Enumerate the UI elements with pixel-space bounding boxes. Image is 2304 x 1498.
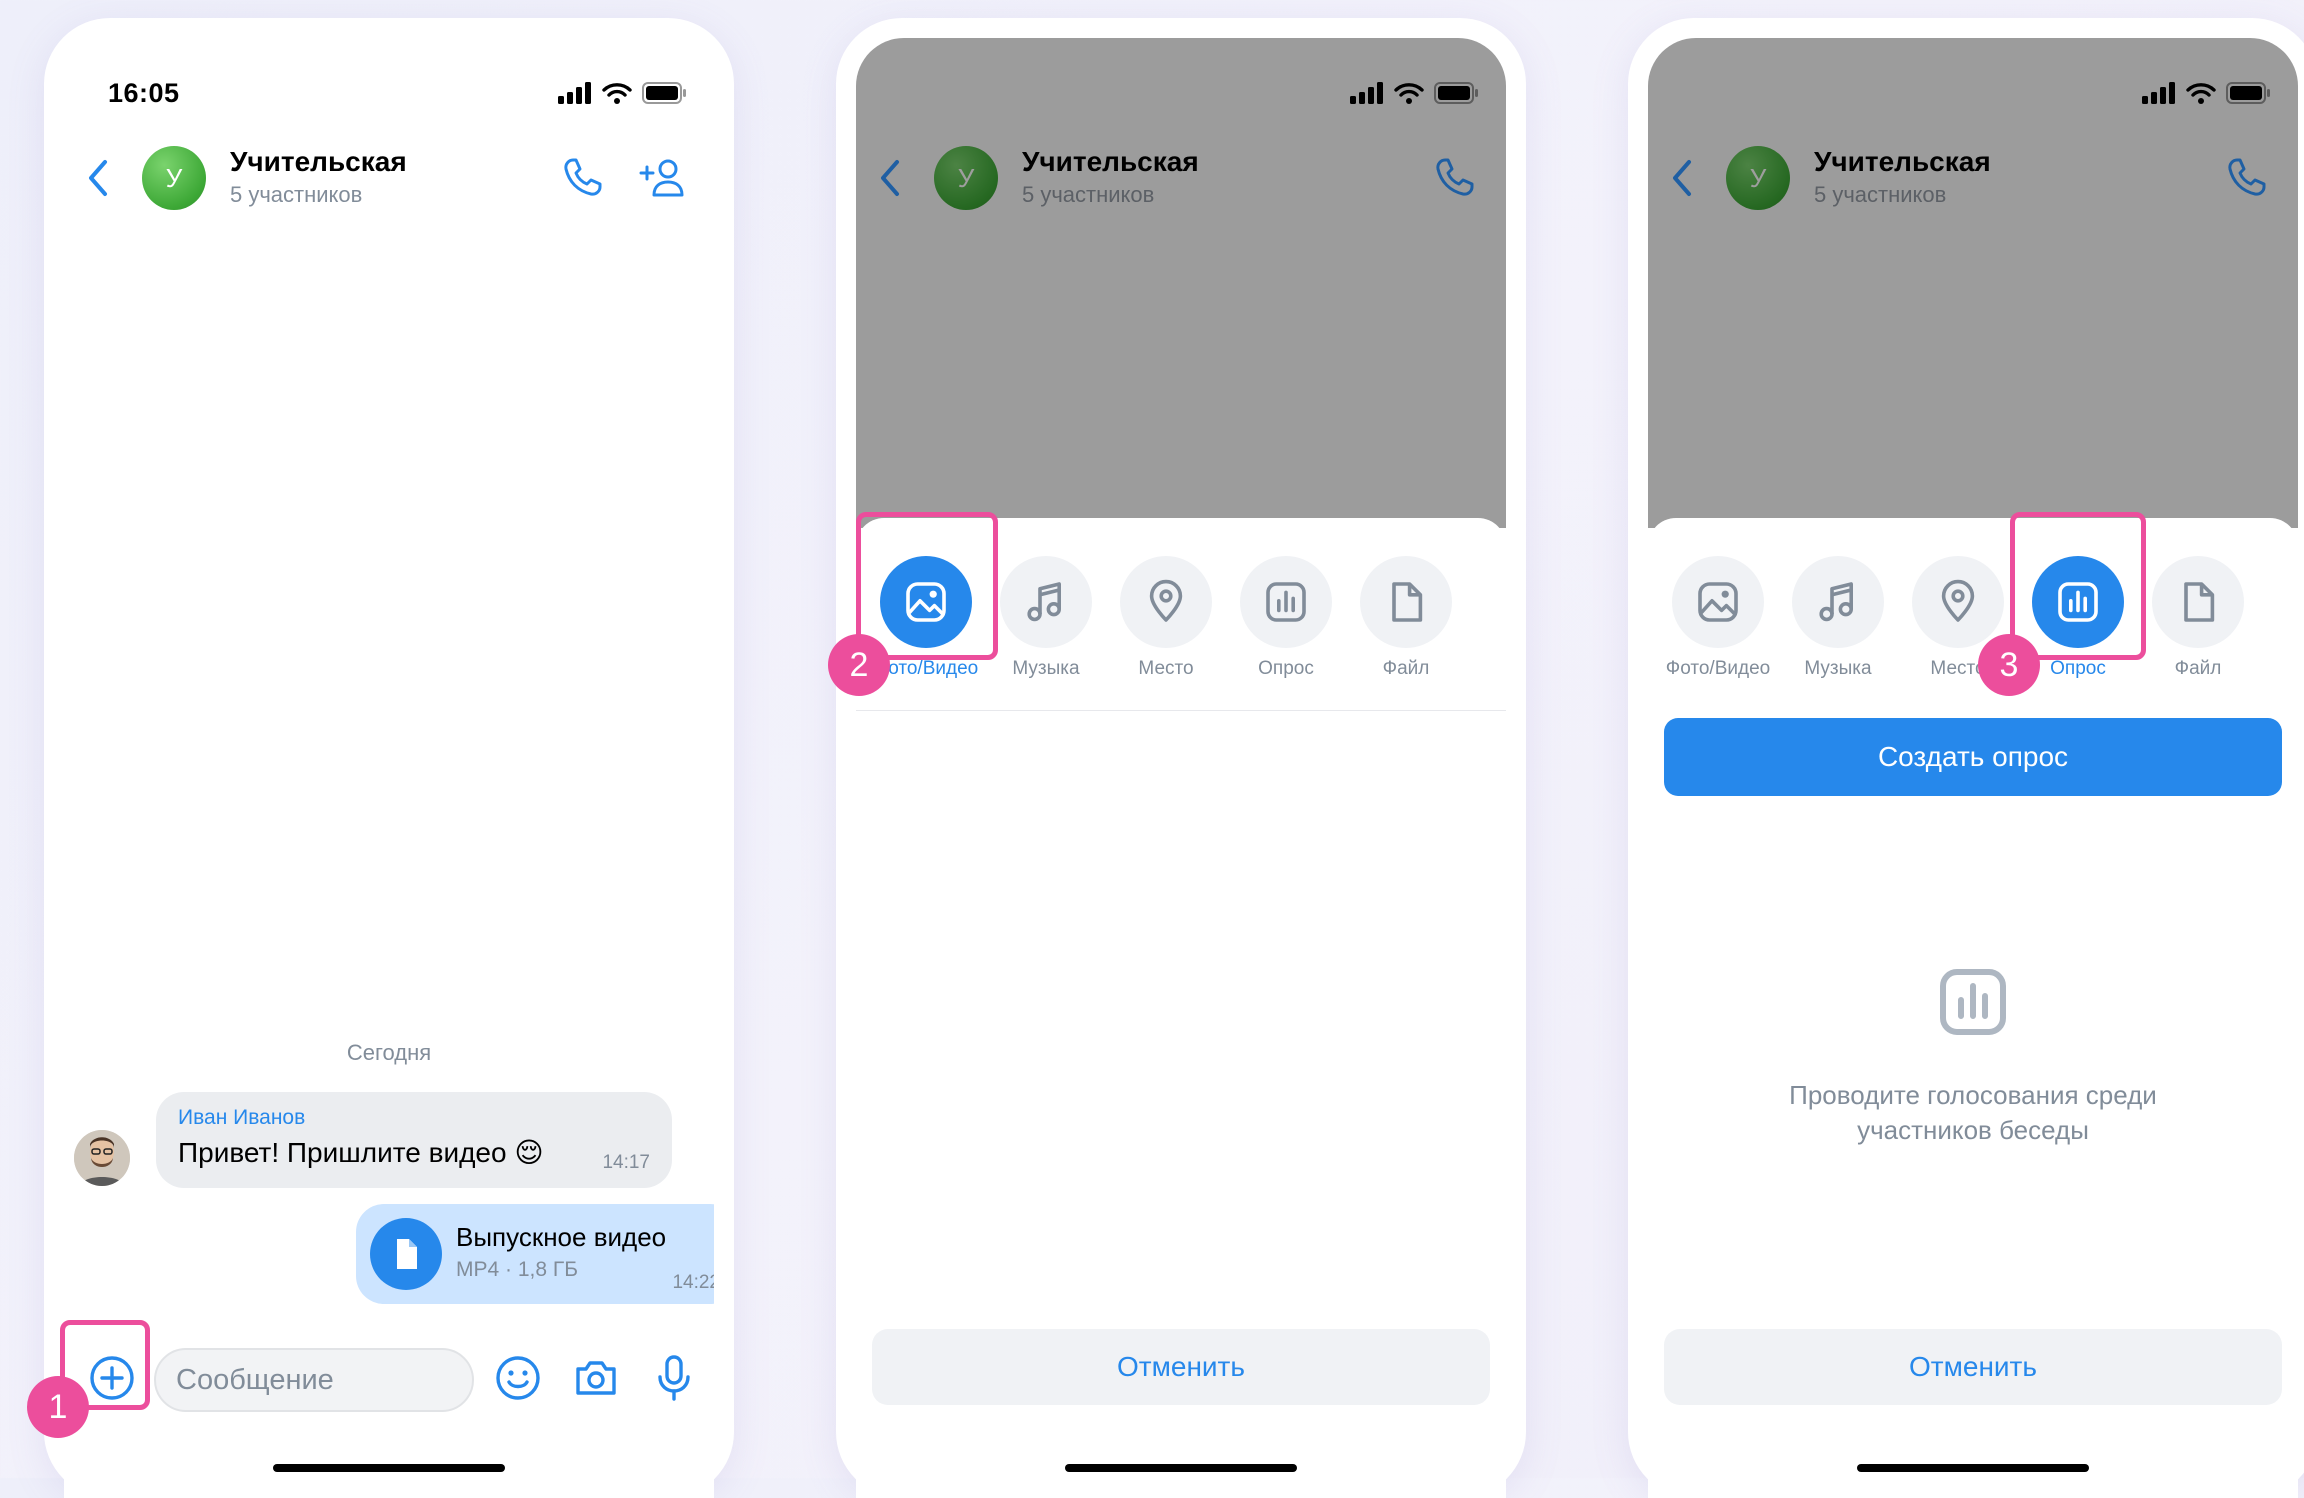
- phone-screen-1: 16:05 У Учительская 5 участников Сегодня: [44, 18, 734, 1498]
- chat-header: У Учительская 5 участников: [1648, 138, 2298, 218]
- attach-music[interactable]: Музыка: [986, 556, 1106, 680]
- step-badge-3: 3: [1978, 634, 2040, 696]
- message-time: 14:22: [672, 1272, 714, 1293]
- cancel-button[interactable]: Отменить: [872, 1329, 1490, 1405]
- music-icon: [1814, 578, 1862, 626]
- user-photo-icon: [74, 1130, 130, 1186]
- photo-icon: [1694, 578, 1742, 626]
- attachment-types: Фото/Видео Музыка Место Опрос Файл: [1648, 556, 2298, 706]
- status-bar-icons: [558, 82, 686, 104]
- step-badge-1: 1: [27, 1376, 89, 1438]
- attach-label: Музыка: [1012, 658, 1080, 679]
- attach-label: Фото/Видео: [1665, 658, 1771, 679]
- chat-title[interactable]: Учительская: [230, 146, 407, 178]
- camera-icon[interactable]: [570, 1352, 622, 1404]
- document-icon: [386, 1234, 426, 1274]
- phone-icon: [1430, 154, 1478, 202]
- phone-icon[interactable]: [558, 154, 606, 202]
- status-time: 16:05: [108, 78, 180, 108]
- step-highlight-3: [2010, 512, 2146, 660]
- attach-label: Музыка: [1804, 658, 1872, 679]
- home-indicator: [1065, 1464, 1297, 1472]
- status-bar-icons: [1350, 82, 1478, 104]
- chat-header: У Учительская 5 участников: [856, 138, 1506, 218]
- phone-screen-2: У Учительская 5 участников Фото/Видео Му…: [836, 18, 1526, 1498]
- attach-music[interactable]: Музыка: [1778, 556, 1898, 680]
- step-highlight-2: [856, 512, 998, 660]
- dimmed-overlay[interactable]: [1648, 38, 2298, 528]
- incoming-message[interactable]: Иван Иванов Привет! Пришлите видео 😌 14:…: [156, 1092, 672, 1188]
- chat-members-count: 5 участников: [1814, 182, 1947, 207]
- create-poll-button[interactable]: Создать опрос: [1664, 718, 2282, 796]
- dimmed-overlay[interactable]: [856, 38, 1506, 528]
- file-icon: [1382, 578, 1430, 626]
- attach-place[interactable]: Место: [1106, 556, 1226, 680]
- battery-icon: [642, 82, 686, 104]
- poll-placeholder-icon: [1933, 962, 2013, 1042]
- chat-avatar: У: [934, 146, 998, 210]
- chat-members-count: 5 участников: [1022, 182, 1155, 207]
- poll-icon: [1262, 578, 1310, 626]
- back-icon[interactable]: [80, 156, 116, 200]
- back-icon: [1664, 156, 1700, 200]
- phone-screen-3: У Учительская 5 участников Фото/Видео Му…: [1628, 18, 2304, 1498]
- chat-title: Учительская: [1814, 146, 1991, 177]
- file-attachment-icon[interactable]: [370, 1218, 442, 1290]
- step-badge-2: 2: [828, 634, 890, 696]
- chat-members-count: 5 участников: [230, 182, 363, 207]
- file-title: Выпускное видео: [456, 1222, 667, 1252]
- emoji-icon[interactable]: [492, 1352, 544, 1404]
- attach-label: Место: [1138, 658, 1194, 679]
- signal-icon: [2142, 82, 2176, 104]
- date-separator: Сегодня: [346, 1040, 432, 1065]
- music-icon: [1022, 578, 1070, 626]
- attach-file[interactable]: Файл: [1346, 556, 1466, 680]
- outgoing-file-message[interactable]: Выпускное видео MP4 · 1,8 ГБ 14:22: [356, 1204, 714, 1304]
- wifi-icon: [602, 82, 632, 104]
- place-icon: [1934, 578, 1982, 626]
- back-icon: [872, 156, 908, 200]
- signal-icon: [558, 82, 592, 104]
- file-meta: MP4 · 1,8 ГБ: [456, 1258, 579, 1281]
- attach-poll[interactable]: Опрос: [1226, 556, 1346, 680]
- attach-file[interactable]: Файл: [2138, 556, 2258, 680]
- message-time: 14:17: [602, 1152, 650, 1173]
- chat-screen: 16:05 У Учительская 5 участников Сегодня: [64, 38, 714, 1498]
- wifi-icon: [1394, 82, 1424, 104]
- attach-label: Файл: [1382, 658, 1430, 679]
- attach-photo-video[interactable]: Фото/Видео: [1658, 556, 1778, 680]
- place-icon: [1142, 578, 1190, 626]
- chat-header: У Учительская 5 участников: [64, 138, 714, 218]
- cancel-button[interactable]: Отменить: [1664, 1329, 2282, 1405]
- home-indicator: [273, 1464, 505, 1472]
- chat-avatar: У: [1726, 146, 1790, 210]
- file-icon: [2174, 578, 2222, 626]
- attach-label: Файл: [2174, 658, 2222, 679]
- message-sender[interactable]: Иван Иванов: [178, 1106, 305, 1130]
- message-text: Привет! Пришлите видео 😌: [178, 1137, 544, 1168]
- poll-empty-text: Проводите голосования среди участников б…: [1789, 1080, 2157, 1145]
- chat-avatar[interactable]: У: [142, 146, 206, 210]
- wifi-icon: [2186, 82, 2216, 104]
- home-indicator: [1857, 1464, 2089, 1472]
- message-input[interactable]: Сообщение: [154, 1348, 474, 1412]
- avatar[interactable]: [74, 1130, 130, 1186]
- signal-icon: [1350, 82, 1384, 104]
- chat-title: Учительская: [1022, 146, 1199, 177]
- divider: [856, 710, 1506, 711]
- attach-label: Опрос: [1258, 658, 1314, 679]
- status-bar-icons: [2142, 82, 2270, 104]
- poll-screen: У Учительская 5 участников Фото/Видео Му…: [1648, 38, 2298, 1498]
- battery-icon: [1434, 82, 1478, 104]
- add-user-icon[interactable]: [638, 154, 690, 202]
- battery-icon: [2226, 82, 2270, 104]
- message-composer: Сообщение: [64, 1338, 714, 1418]
- phone-icon: [2222, 154, 2270, 202]
- attachment-screen: У Учительская 5 участников Фото/Видео Му…: [856, 38, 1506, 1498]
- microphone-icon[interactable]: [648, 1352, 700, 1404]
